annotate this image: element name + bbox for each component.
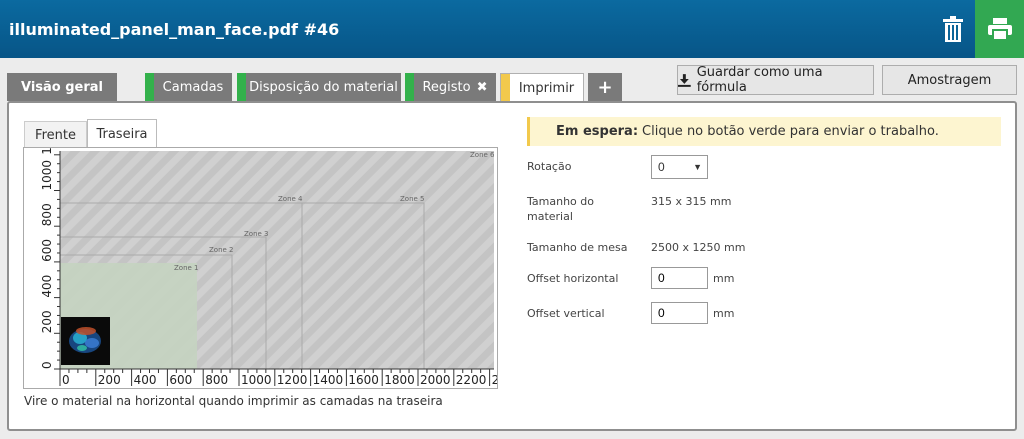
zone-label: Zone 6 — [470, 151, 495, 159]
x-tick-label: 1600 — [348, 373, 379, 387]
offset-horizontal-input[interactable] — [651, 267, 708, 289]
y-tick-label: 600 — [40, 239, 54, 262]
plus-icon: + — [597, 76, 613, 98]
zone-label: Zone 2 — [209, 246, 234, 254]
layout-preview: Zone 1 Zone 2 Zone 3 Zone 4 Zone 5 Zone … — [23, 124, 507, 389]
artwork-thumbnail[interactable] — [61, 317, 110, 365]
tab-back[interactable]: Traseira — [87, 119, 157, 148]
download-icon — [678, 73, 691, 87]
status-label: Em espera: — [556, 124, 639, 139]
app-header: illuminated_panel_man_face.pdf #46 — [0, 0, 1024, 58]
trash-icon[interactable] — [934, 10, 972, 48]
material-size-value: 315 x 315 mm — [651, 195, 732, 208]
y-tick-label: 400 — [40, 275, 54, 298]
y-tick-label: 1000 — [40, 160, 54, 191]
chevron-down-icon: ▼ — [693, 162, 702, 172]
tab-label: Registo — [422, 79, 471, 95]
zone-label: Zone 5 — [400, 195, 425, 203]
tab-label: Camadas — [162, 79, 224, 95]
material-size-label-1: Tamanho do — [527, 195, 594, 208]
material-size-label-2: material — [527, 210, 573, 223]
page-title: illuminated_panel_man_face.pdf #46 — [9, 20, 340, 39]
tab-overview[interactable]: Visão geral — [7, 73, 117, 101]
x-tick-label: 2200 — [456, 373, 487, 387]
x-tick-label: 1400 — [313, 373, 344, 387]
zone-label: Zone 4 — [278, 195, 303, 203]
x-tick-label: 0 — [62, 373, 70, 387]
close-icon[interactable]: ✖ — [477, 80, 488, 95]
zone-label: Zone 3 — [244, 230, 269, 238]
tab-print[interactable]: Imprimir — [500, 73, 584, 102]
tab-layers[interactable]: Camadas — [145, 73, 232, 101]
add-tab-button[interactable]: + — [588, 73, 622, 101]
status-message: Clique no botão verde para enviar o trab… — [642, 124, 939, 139]
button-label: Guardar como uma fórmula — [696, 65, 823, 95]
x-tick-label: 200 — [98, 373, 121, 387]
flip-note: Vire o material na horizontal quando imp… — [24, 394, 443, 408]
x-tick-label: 1000 — [241, 373, 272, 387]
tab-label: Imprimir — [518, 80, 575, 96]
offset-horizontal-label: Offset horizontal — [527, 272, 619, 285]
x-tick-label: 400 — [134, 373, 157, 387]
unit-label: mm — [713, 272, 735, 285]
rotation-select[interactable]: 0 ▼ — [651, 155, 708, 179]
x-tick-label: 1800 — [384, 373, 415, 387]
y-tick-label: 0 — [40, 361, 54, 369]
x-tick-label: 800 — [205, 373, 228, 387]
y-tick-label: 200 — [40, 310, 54, 333]
x-tick-label: 24 — [492, 373, 497, 387]
status-banner: Em espera: Clique no botão verde para en… — [527, 117, 1001, 146]
offset-vertical-label: Offset vertical — [527, 307, 605, 320]
tab-front[interactable]: Frente — [24, 121, 87, 148]
offset-vertical-input[interactable] — [651, 302, 708, 324]
printer-icon — [987, 18, 1012, 40]
table-size-label: Tamanho de mesa — [527, 241, 628, 254]
sample-button[interactable]: Amostragem — [882, 65, 1017, 95]
x-tick-label: 2000 — [420, 373, 451, 387]
print-button[interactable] — [975, 0, 1024, 58]
horizontal-ruler: 0 200 400 600 800 1000 1200 1400 1600 1800 2000 220… — [59, 368, 507, 387]
tab-register[interactable]: Registo ✖ — [405, 73, 496, 101]
zone-label: Zone 1 — [174, 264, 199, 272]
table-size-value: 2500 x 1250 mm — [651, 241, 746, 254]
rotation-value: 0 — [658, 160, 665, 174]
y-tick-label: 800 — [40, 203, 54, 226]
x-tick-label: 1200 — [277, 373, 308, 387]
y-tick-label: 1200 — [40, 148, 54, 155]
tab-material-layout[interactable]: Disposição do material — [237, 73, 401, 101]
rotation-label: Rotação — [527, 160, 572, 173]
tab-label: Disposição do material — [249, 79, 398, 95]
x-tick-label: 600 — [169, 373, 192, 387]
unit-label: mm — [713, 307, 735, 320]
save-as-formula-button[interactable]: Guardar como uma fórmula — [677, 65, 874, 95]
